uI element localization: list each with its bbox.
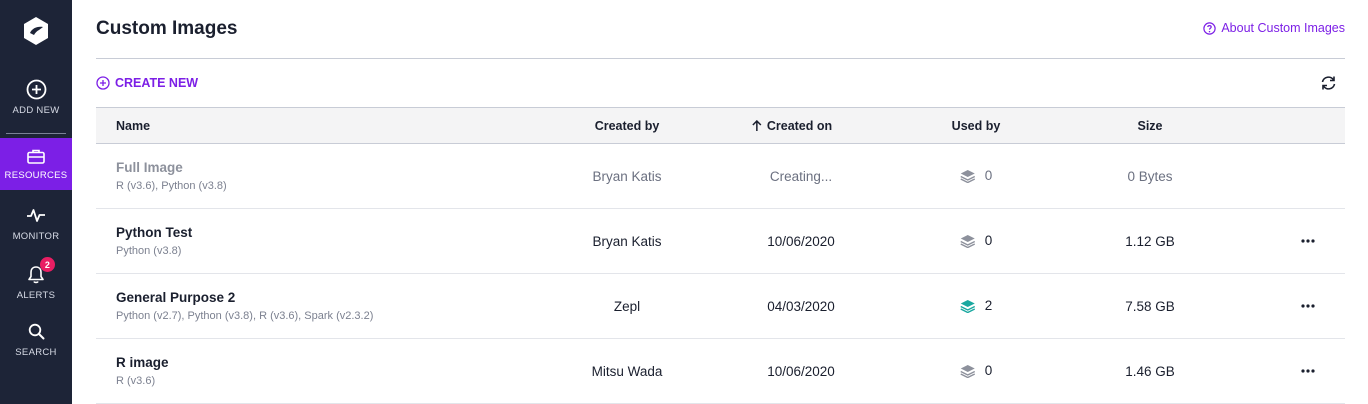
sort-ascending-icon bbox=[752, 120, 762, 131]
create-new-label: CREATE NEW bbox=[115, 76, 199, 90]
sidebar-item-label: ADD NEW bbox=[12, 105, 60, 116]
image-name: General Purpose 2 bbox=[116, 290, 236, 305]
created-by: Bryan Katis bbox=[592, 169, 662, 184]
image-languages: R (v3.6) bbox=[116, 375, 156, 387]
sidebar-item-monitor[interactable]: MONITOR bbox=[0, 204, 72, 242]
header-divider bbox=[96, 58, 1345, 59]
main-content: Custom Images About Custom Images CREATE… bbox=[96, 0, 1345, 404]
column-header-created-on-label: Created on bbox=[766, 119, 833, 133]
column-header-created-on[interactable]: Created on bbox=[752, 119, 832, 133]
created-on: Creating... bbox=[769, 169, 833, 184]
created-on: 10/06/2020 bbox=[767, 234, 835, 249]
column-header-used-by[interactable]: Used by bbox=[952, 119, 1001, 133]
used-by-count: 0 bbox=[984, 363, 993, 378]
page-title: Custom Images bbox=[96, 18, 238, 39]
image-name: Full Image bbox=[116, 160, 183, 175]
about-custom-images-link[interactable]: About Custom Images bbox=[1203, 21, 1345, 35]
plus-circle-icon bbox=[96, 76, 110, 90]
search-icon bbox=[25, 320, 47, 342]
image-name: R image bbox=[116, 355, 169, 370]
pulse-icon bbox=[25, 204, 47, 226]
created-by: Mitsu Wada bbox=[591, 364, 663, 379]
image-languages: Python (v3.8) bbox=[116, 245, 182, 257]
stack-icon bbox=[960, 234, 976, 248]
sidebar-item-alerts[interactable]: 2 ALERTS bbox=[0, 257, 72, 301]
create-new-button[interactable]: CREATE NEW bbox=[96, 76, 198, 90]
sidebar-item-label: RESOURCES bbox=[4, 170, 68, 181]
stack-icon bbox=[960, 169, 976, 183]
sidebar-item-label: ALERTS bbox=[16, 290, 56, 301]
image-size: 0 Bytes bbox=[1127, 169, 1173, 184]
image-languages: Python (v2.7), Python (v3.8), R (v3.6), … bbox=[116, 310, 374, 322]
image-size: 7.58 GB bbox=[1125, 299, 1175, 314]
column-header-created-by[interactable]: Created by bbox=[595, 119, 660, 133]
sidebar-item-resources[interactable]: RESOURCES bbox=[0, 138, 72, 190]
stack-icon bbox=[960, 364, 976, 378]
sidebar-divider bbox=[6, 133, 66, 134]
table-row[interactable]: Python Test Python (v3.8) Bryan Katis 10… bbox=[96, 209, 1345, 274]
image-size: 1.46 GB bbox=[1125, 364, 1175, 379]
more-options-icon[interactable] bbox=[1301, 369, 1315, 373]
sidebar-item-add-new[interactable]: ADD NEW bbox=[0, 78, 72, 116]
image-languages: R (v3.6), Python (v3.8) bbox=[116, 180, 227, 192]
image-name: Python Test bbox=[116, 225, 193, 240]
used-by-count: 0 bbox=[984, 233, 993, 248]
more-options-icon[interactable] bbox=[1301, 239, 1315, 243]
alerts-count-badge: 2 bbox=[40, 257, 55, 272]
zepl-logo-icon[interactable] bbox=[22, 16, 50, 46]
created-by: Bryan Katis bbox=[592, 234, 662, 249]
column-header-size[interactable]: Size bbox=[1137, 119, 1162, 133]
created-on: 04/03/2020 bbox=[767, 299, 835, 314]
help-circle-icon bbox=[1203, 21, 1217, 35]
about-link-label: About Custom Images bbox=[1221, 21, 1345, 35]
refresh-icon[interactable] bbox=[1320, 75, 1337, 91]
used-by: 0 bbox=[960, 168, 993, 183]
created-by: Zepl bbox=[613, 299, 641, 314]
stack-icon bbox=[960, 299, 976, 313]
table-header: Name Created by Created on Used by Size bbox=[96, 107, 1345, 144]
plus-circle-icon bbox=[25, 78, 47, 100]
used-by: 0 bbox=[960, 363, 993, 378]
used-by-count: 0 bbox=[984, 168, 993, 183]
created-on: 10/06/2020 bbox=[767, 364, 835, 379]
used-by: 0 bbox=[960, 233, 993, 248]
used-by-count: 2 bbox=[984, 298, 993, 313]
table-row[interactable]: General Purpose 2 Python (v2.7), Python … bbox=[96, 274, 1345, 339]
sidebar-item-label: MONITOR bbox=[12, 231, 60, 242]
sidebar-item-label: SEARCH bbox=[15, 347, 57, 358]
briefcase-icon bbox=[25, 147, 47, 165]
sidebar-item-search[interactable]: SEARCH bbox=[0, 320, 72, 358]
bell-icon: 2 bbox=[25, 257, 55, 285]
image-size: 1.12 GB bbox=[1125, 234, 1175, 249]
used-by: 2 bbox=[960, 298, 993, 313]
more-options-icon[interactable] bbox=[1301, 304, 1315, 308]
table-row[interactable]: Full Image R (v3.6), Python (v3.8) Bryan… bbox=[96, 144, 1345, 209]
sidebar: ADD NEW RESOURCES MONITOR 2 ALERTS SEARC… bbox=[0, 0, 72, 404]
table-row[interactable]: R image R (v3.6) Mitsu Wada 10/06/2020 0… bbox=[96, 339, 1345, 404]
column-header-name[interactable]: Name bbox=[116, 119, 150, 133]
